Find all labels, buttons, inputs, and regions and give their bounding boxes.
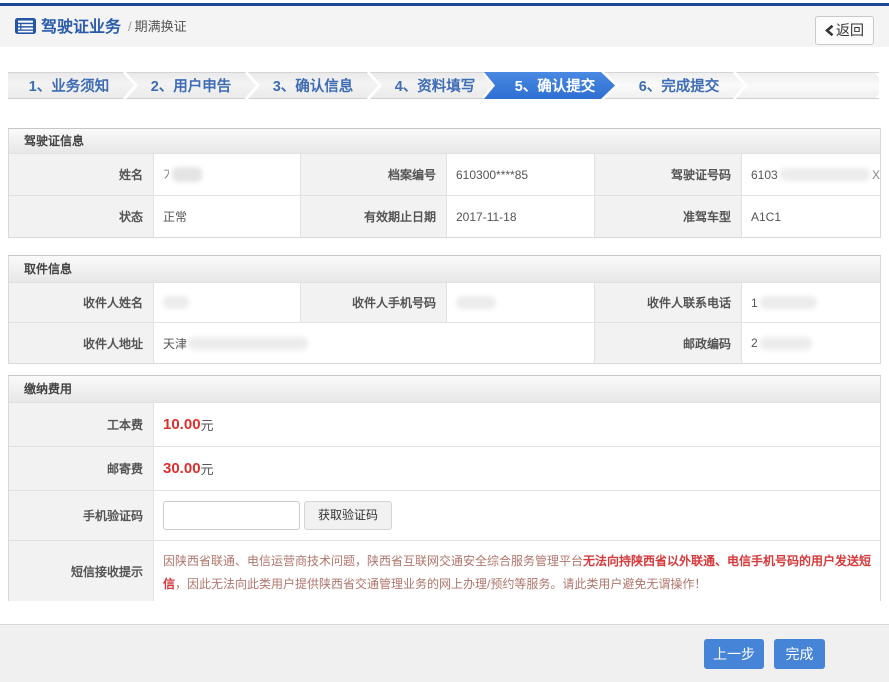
svg-text:4、资料填写: 4、资料填写 bbox=[395, 77, 476, 95]
svg-text:2、用户申告: 2、用户申告 bbox=[151, 77, 232, 95]
svg-text:3、确认信息: 3、确认信息 bbox=[273, 77, 354, 95]
svg-text:5、确认提交: 5、确认提交 bbox=[515, 77, 596, 95]
svg-text:1、业务须知: 1、业务须知 bbox=[29, 77, 110, 95]
svg-text:6、完成提交: 6、完成提交 bbox=[639, 77, 720, 95]
